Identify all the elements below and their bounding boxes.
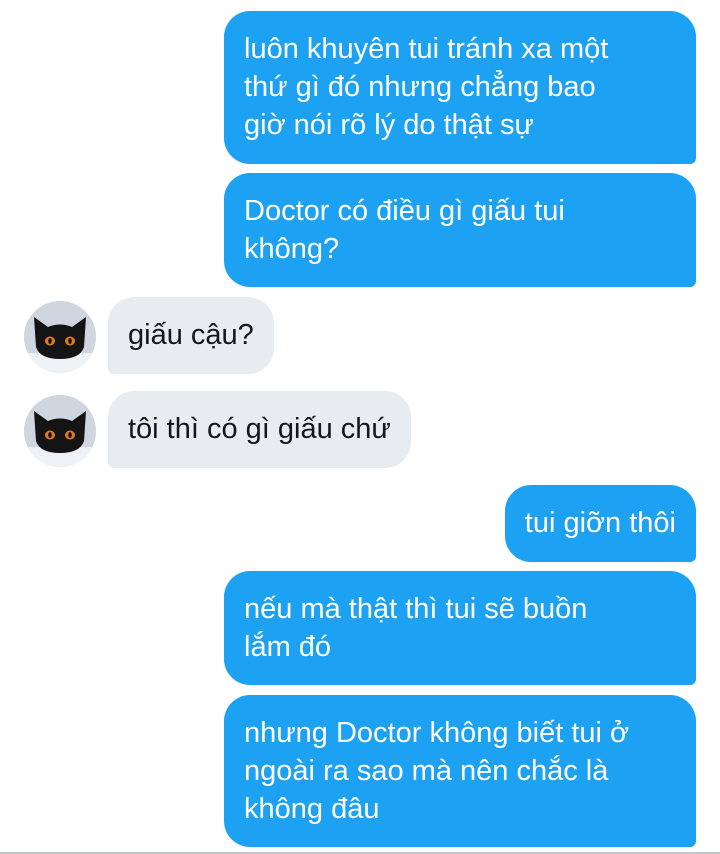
message-bubble-received[interactable]: giấu cậu? [108, 297, 274, 374]
message-bubble-sent[interactable]: nếu mà thật thì tui sẽ buồn lắm đó [224, 571, 696, 685]
contact-avatar[interactable] [24, 395, 96, 467]
message-bubble-received[interactable]: tôi thì có gì giấu chứ [108, 391, 411, 468]
message-bubble-sent[interactable]: tui giỡn thôi [504, 485, 696, 562]
contact-avatar[interactable] [24, 301, 96, 373]
black-cat-avatar-icon [24, 301, 96, 373]
message-bubble-sent[interactable]: Doctor có điều gì giấu tui không? [224, 173, 696, 287]
message-bubble-sent[interactable]: nhưng Doctor không biết tui ở ngoài ra s… [224, 695, 696, 847]
black-cat-avatar-icon [24, 395, 96, 467]
message-bubble-sent[interactable]: luôn khuyên tui tránh xa một thứ gì đó n… [224, 11, 696, 164]
